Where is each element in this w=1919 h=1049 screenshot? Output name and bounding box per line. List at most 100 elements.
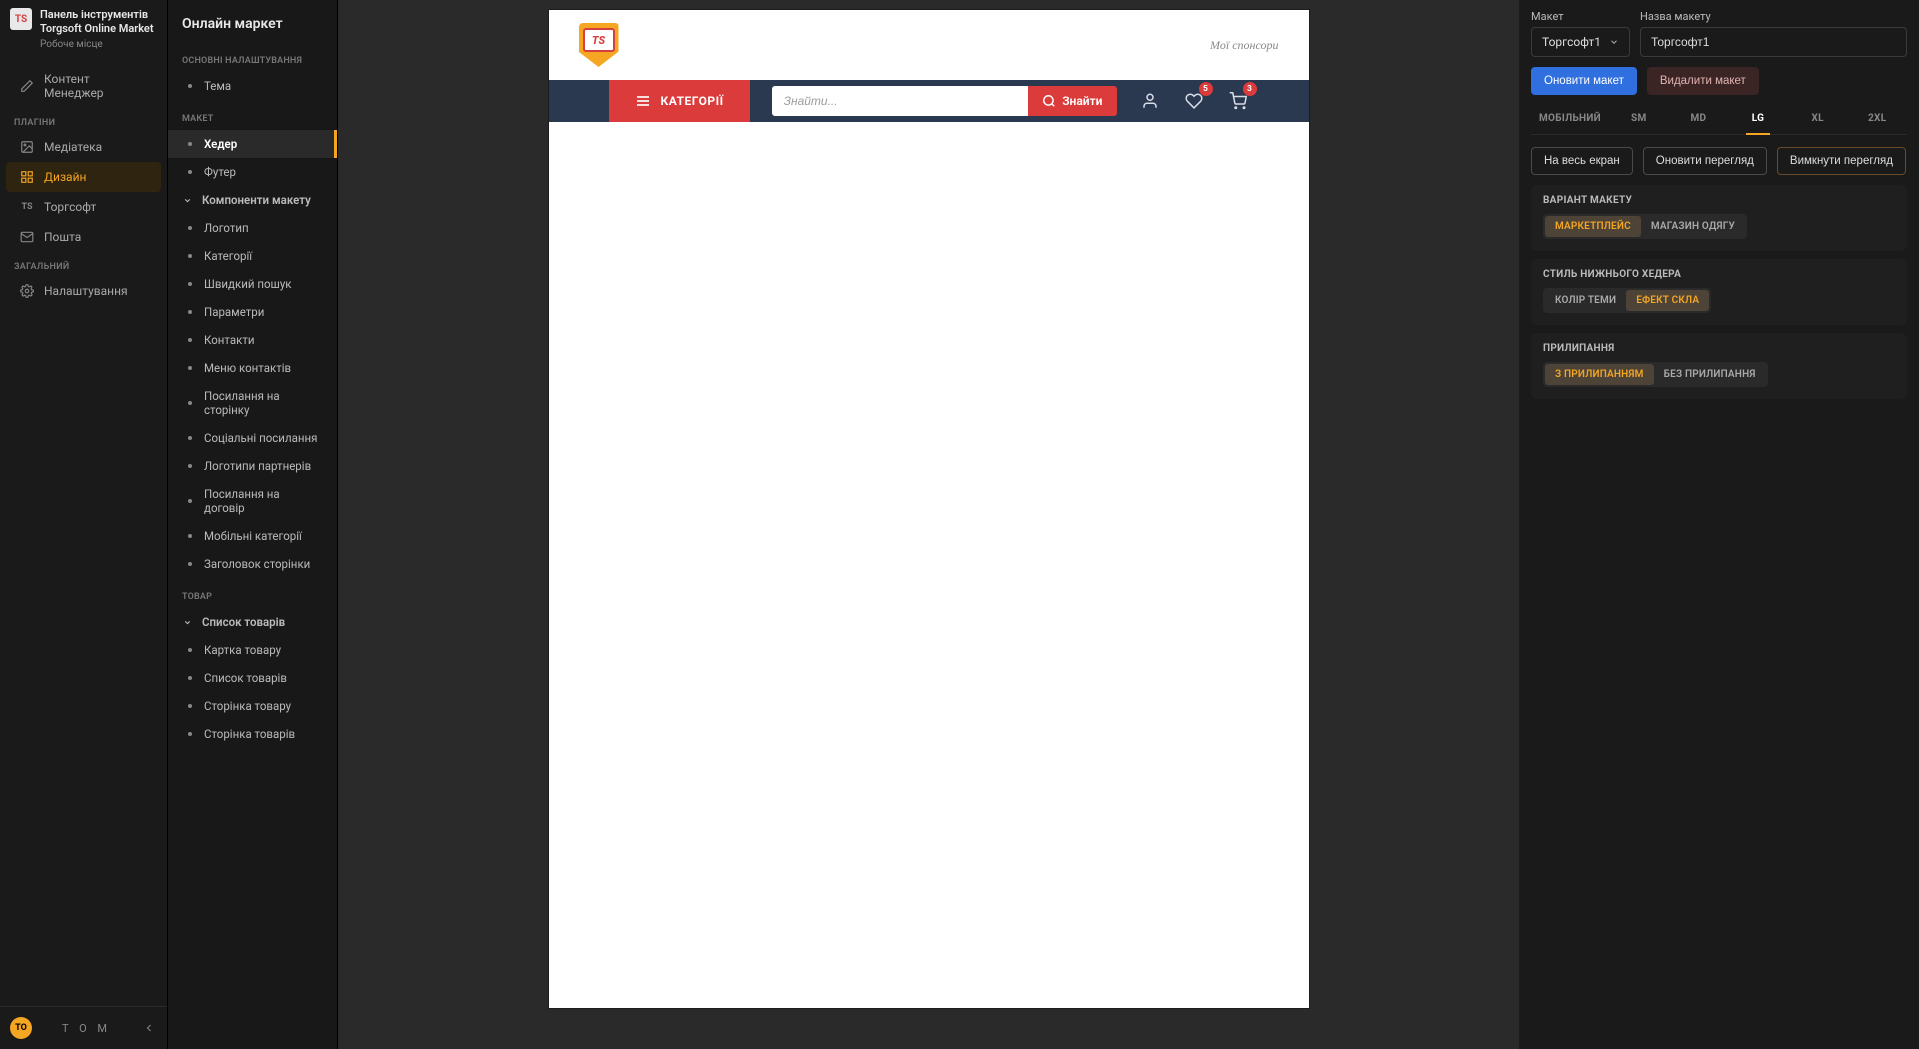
secondary-sidebar: Онлайн маркет ОСНОВНІ НАЛАШТУВАННЯ Тема … — [168, 0, 338, 1049]
option-title: ВАРІАНТ МАКЕТУ — [1543, 195, 1895, 206]
disable-preview-button[interactable]: Вимкнути перегляд — [1777, 147, 1906, 175]
fullscreen-button[interactable]: На весь екран — [1531, 147, 1633, 175]
breakpoint-tabs: МОБІЛЬНИЙ SM MD LG XL 2XL — [1531, 105, 1907, 135]
seg-marketplace[interactable]: МАРКЕТПЛЕЙС — [1545, 216, 1641, 237]
nav-item-label: Пошта — [44, 230, 81, 244]
subnav-footer[interactable]: Футер — [168, 158, 337, 186]
subnav-social[interactable]: Соціальні посилання — [168, 424, 337, 452]
refresh-preview-button[interactable]: Оновити перегляд — [1643, 147, 1767, 175]
wishlist-badge: 5 — [1199, 82, 1213, 96]
pencil-icon — [20, 79, 34, 93]
seg-clothing[interactable]: МАГАЗИН ОДЯГУ — [1641, 216, 1745, 237]
nav-section-plugins: ПЛАГІНИ — [0, 108, 167, 132]
gear-icon — [20, 284, 34, 298]
subnav-components[interactable]: Компоненти макету — [168, 186, 337, 214]
nav-media[interactable]: Медіатека — [6, 132, 161, 162]
nav-mail[interactable]: Пошта — [6, 222, 161, 252]
layout-name-input[interactable] — [1640, 27, 1907, 57]
preview-logo: TS — [579, 23, 619, 67]
categories-button[interactable]: КАТЕГОРІЇ — [609, 80, 750, 122]
subnav-page-title[interactable]: Заголовок сторінки — [168, 550, 337, 578]
grid-icon — [20, 170, 34, 184]
tab-2xl[interactable]: 2XL — [1847, 105, 1907, 134]
subnav-header[interactable]: Хедер — [168, 130, 337, 158]
subnav-contacts-menu[interactable]: Меню контактів — [168, 354, 337, 382]
hamburger-icon — [635, 93, 651, 109]
subnav-contract-link[interactable]: Посилання на договір — [168, 480, 337, 522]
seg-sticky-off[interactable]: БЕЗ ПРИЛИПАННЯ — [1654, 364, 1766, 385]
nav-settings[interactable]: Налаштування — [6, 276, 161, 306]
subnav-section-basic: ОСНОВНІ НАЛАШТУВАННЯ — [168, 42, 337, 72]
sidebar-header: TS Панель інструментів Torgsoft Online M… — [0, 0, 167, 58]
preview-search: Знайти — [772, 86, 1117, 116]
wishlist-button[interactable]: 5 — [1183, 90, 1205, 112]
chevron-down-icon — [182, 195, 192, 205]
primary-sidebar: TS Панель інструментів Torgsoft Online M… — [0, 0, 168, 1049]
subnav-params[interactable]: Параметри — [168, 298, 337, 326]
chevron-down-icon — [182, 617, 192, 627]
subnav-quicksearch[interactable]: Швидкий пошук — [168, 270, 337, 298]
app-subtitle: Робоче місце — [40, 39, 157, 50]
properties-panel: Макет Торгсофт1 Назва макету Оновити мак… — [1519, 0, 1919, 1049]
subnav-theme[interactable]: Тема — [168, 72, 337, 100]
subnav-mobile-cats[interactable]: Мобільні категорії — [168, 522, 337, 550]
preview-canvas: TS Мої спонсори КАТЕГОРІЇ Знайти — [549, 10, 1309, 1008]
chevron-down-icon — [1609, 37, 1619, 47]
subnav-title: Онлайн маркет — [168, 0, 337, 42]
update-layout-button[interactable]: Оновити макет — [1531, 67, 1637, 95]
nav-content-manager[interactable]: Контент Менеджер — [6, 64, 161, 108]
search-icon — [1042, 94, 1056, 108]
subnav-product-list[interactable]: Список товарів — [168, 664, 337, 692]
layout-select[interactable]: Торгсофт1 — [1531, 27, 1630, 57]
seg-glass[interactable]: ЕФЕКТ СКЛА — [1626, 290, 1709, 311]
preview-sponsors-text: Мої спонсори — [1210, 38, 1278, 53]
tab-sm[interactable]: SM — [1609, 105, 1669, 134]
seg-theme-color[interactable]: КОЛІР ТЕМИ — [1545, 290, 1626, 311]
tab-xl[interactable]: XL — [1788, 105, 1848, 134]
ts-icon: TS — [20, 200, 34, 214]
layout-select-label: Макет — [1531, 10, 1630, 23]
image-icon — [20, 140, 34, 154]
account-button[interactable] — [1139, 90, 1161, 112]
subnav-page-link[interactable]: Посилання на сторінку — [168, 382, 337, 424]
tab-mobile[interactable]: МОБІЛЬНИЙ — [1531, 105, 1609, 134]
subnav-contacts[interactable]: Контакти — [168, 326, 337, 354]
search-button[interactable]: Знайти — [1028, 86, 1116, 116]
option-header-style: СТИЛЬ НИЖНЬОГО ХЕДЕРА КОЛІР ТЕМИ ЕФЕКТ С… — [1531, 259, 1907, 325]
subnav-products-page[interactable]: Сторінка товарів — [168, 720, 337, 748]
delete-layout-button[interactable]: Видалити макет — [1647, 67, 1759, 95]
subnav-categories[interactable]: Категорії — [168, 242, 337, 270]
subnav-logo[interactable]: Логотип — [168, 214, 337, 242]
app-logo: TS — [10, 8, 32, 30]
subnav-partner-logos[interactable]: Логотипи партнерів — [168, 452, 337, 480]
option-layout-variant: ВАРІАНТ МАКЕТУ МАРКЕТПЛЕЙС МАГАЗИН ОДЯГУ — [1531, 185, 1907, 251]
collapse-sidebar-button[interactable] — [141, 1020, 157, 1036]
tab-md[interactable]: MD — [1669, 105, 1729, 134]
nav-design[interactable]: Дизайн — [6, 162, 161, 192]
nav-item-label: Налаштування — [44, 284, 128, 298]
seg-sticky-on[interactable]: З ПРИЛИПАННЯМ — [1545, 364, 1654, 385]
user-label: T O M — [42, 1022, 131, 1035]
nav-item-label: Медіатека — [44, 140, 102, 154]
search-input[interactable] — [772, 86, 1029, 116]
user-avatar[interactable]: TO — [10, 1017, 32, 1039]
option-title: СТИЛЬ НИЖНЬОГО ХЕДЕРА — [1543, 269, 1895, 280]
nav-item-label: Контент Менеджер — [44, 72, 147, 100]
tab-lg[interactable]: LG — [1728, 105, 1788, 134]
nav-item-label: Торгсофт — [44, 200, 96, 214]
nav-torgsoft[interactable]: TS Торгсофт — [6, 192, 161, 222]
option-sticky: ПРИЛИПАННЯ З ПРИЛИПАННЯМ БЕЗ ПРИЛИПАННЯ — [1531, 333, 1907, 399]
subnav-section-product: ТОВАР — [168, 578, 337, 608]
app-title: Панель інструментів Torgsoft Online Mark… — [40, 8, 157, 37]
nav-item-label: Дизайн — [44, 170, 86, 184]
sidebar-footer: TO T O M — [0, 1006, 167, 1049]
layout-name-label: Назва макету — [1640, 10, 1907, 23]
preview-topbar: TS Мої спонсори — [549, 10, 1309, 80]
option-title: ПРИЛИПАННЯ — [1543, 343, 1895, 354]
subnav-product-page[interactable]: Сторінка товару — [168, 692, 337, 720]
cart-badge: 3 — [1243, 82, 1257, 96]
subnav-product-list-group[interactable]: Список товарів — [168, 608, 337, 636]
mail-icon — [20, 230, 34, 244]
cart-button[interactable]: 3 — [1227, 90, 1249, 112]
subnav-product-card[interactable]: Картка товару — [168, 636, 337, 664]
